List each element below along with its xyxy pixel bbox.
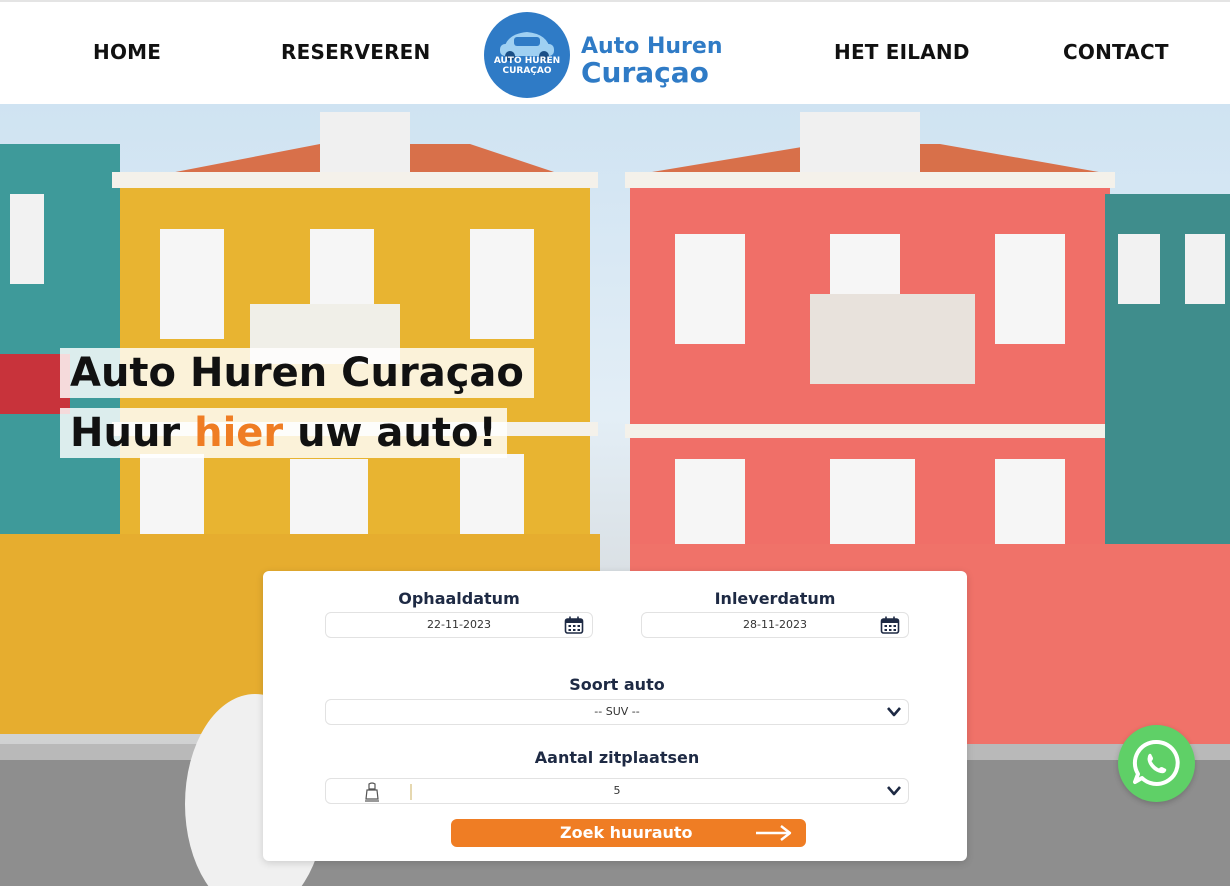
hero-subheadline-pre: Huur xyxy=(70,410,195,456)
search-form: Ophaaldatum 22-11-2023 Inleverdatum 28-1… xyxy=(263,571,967,861)
chevron-down-icon xyxy=(887,786,901,796)
pickup-date-value: 22-11-2023 xyxy=(427,618,491,631)
nav-het-eiland[interactable]: HET EILAND xyxy=(834,40,970,64)
car-type-value: -- SUV -- xyxy=(594,705,640,718)
return-date-value: 28-11-2023 xyxy=(743,618,807,631)
nav-reserveren[interactable]: RESERVEREN xyxy=(281,40,430,64)
search-car-button[interactable]: Zoek huurauto xyxy=(451,819,806,847)
whatsapp-button[interactable] xyxy=(1118,725,1195,802)
pickup-date-field[interactable]: 22-11-2023 xyxy=(325,612,593,638)
site-logo[interactable]: AUTO HUREN CURAÇAO Auto Huren Curaçao xyxy=(484,10,724,100)
car-seat-icon xyxy=(365,782,379,802)
top-navigation: HOME RESERVEREN AUTO HUREN CURAÇAO Auto … xyxy=(0,0,1230,104)
calendar-icon xyxy=(564,616,584,634)
hero-subheadline: Huur hier uw auto! xyxy=(60,408,507,458)
seats-divider xyxy=(410,784,412,800)
nav-home[interactable]: HOME xyxy=(93,40,161,64)
pickup-date-label: Ophaaldatum xyxy=(398,589,520,608)
logo-car-icon xyxy=(500,32,554,61)
hero-headline: Auto Huren Curaçao xyxy=(60,348,534,398)
car-type-select[interactable]: -- SUV -- xyxy=(325,699,909,725)
return-date-field[interactable]: 28-11-2023 xyxy=(641,612,909,638)
seats-select[interactable]: 5 xyxy=(325,778,909,804)
hero-subheadline-accent: hier xyxy=(194,410,284,456)
logo-title-line2: Curaçao xyxy=(581,56,709,89)
seats-value: 5 xyxy=(613,784,621,797)
return-date-label: Inleverdatum xyxy=(714,589,836,608)
chevron-down-icon xyxy=(887,707,901,717)
seats-label: Aantal zitplaatsen xyxy=(534,748,700,767)
nav-contact[interactable]: CONTACT xyxy=(1063,40,1169,64)
whatsapp-icon xyxy=(1132,739,1180,786)
car-type-label: Soort auto xyxy=(569,675,665,694)
search-car-button-label: Zoek huurauto xyxy=(560,823,693,842)
calendar-icon xyxy=(880,616,900,634)
logo-badge: AUTO HUREN CURAÇAO xyxy=(484,12,570,98)
hero-subheadline-post: uw auto! xyxy=(283,410,497,456)
logo-badge-text: AUTO HUREN CURAÇAO xyxy=(493,56,561,76)
arrow-right-icon xyxy=(756,825,792,841)
